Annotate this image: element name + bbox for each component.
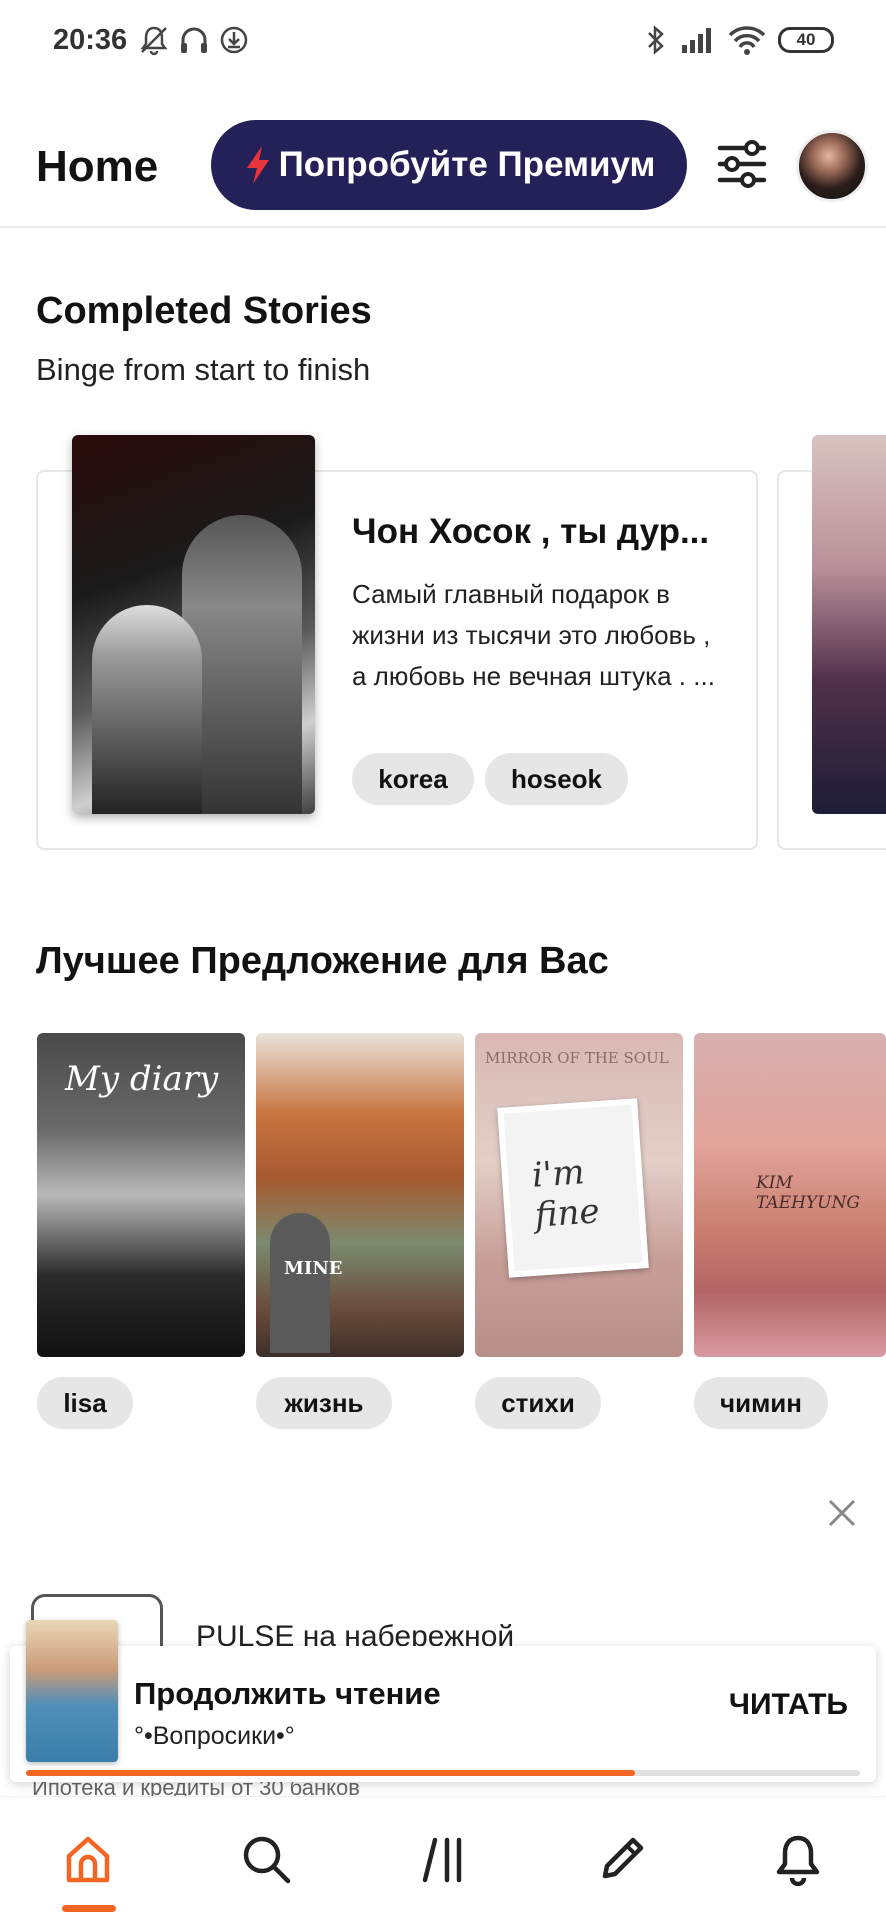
- avatar[interactable]: [796, 130, 868, 202]
- bottom-nav: [0, 1796, 886, 1920]
- continue-reading-bar[interactable]: Продолжить чтение °•Вопросики•° ЧИТАТЬ: [10, 1620, 876, 1782]
- continue-cover[interactable]: [26, 1620, 118, 1762]
- notifications-icon: [776, 1835, 820, 1886]
- cover-title: MINE: [284, 1258, 343, 1279]
- tag-chimin[interactable]: чимин: [694, 1377, 828, 1429]
- wifi-icon: [728, 26, 766, 55]
- offer-cover-2[interactable]: MINE: [256, 1033, 464, 1357]
- tag-zhizn[interactable]: жизнь: [256, 1377, 392, 1429]
- premium-label: Попробуйте Премиум: [278, 145, 656, 184]
- tag-korea[interactable]: korea: [352, 753, 474, 805]
- reading-progress: [26, 1770, 860, 1776]
- status-bar: 20:36 40: [0, 0, 886, 82]
- home-icon: [66, 1836, 110, 1883]
- search-icon: [243, 1836, 291, 1884]
- download-icon: [220, 26, 248, 54]
- battery-indicator: 40: [778, 27, 834, 53]
- offer-cover-4[interactable]: KIM TAEHYUNG: [694, 1033, 886, 1357]
- story-title[interactable]: Чон Хосок , ты дур...: [352, 512, 722, 552]
- offer-cover-1[interactable]: My diary: [37, 1033, 245, 1357]
- offer-cover-3[interactable]: MIRROR OF THE SOUL i'm fine: [475, 1033, 683, 1357]
- try-premium-button[interactable]: Попробуйте Премиум: [211, 120, 687, 210]
- tag-stikhi[interactable]: стихи: [475, 1377, 601, 1429]
- nav-library[interactable]: [412, 1827, 476, 1891]
- write-icon: [602, 1837, 644, 1879]
- bluetooth-icon: [648, 25, 664, 55]
- page-title: Home: [36, 142, 159, 191]
- story-cover[interactable]: [72, 435, 315, 814]
- nav-notifications[interactable]: [766, 1827, 830, 1891]
- mute-icon: [140, 26, 168, 56]
- story-description: Самый главный подарок в жизни из тысячи …: [352, 579, 715, 691]
- completed-stories-subtitle: Binge from start to finish: [36, 352, 371, 387]
- read-button[interactable]: ЧИТАТЬ: [729, 1688, 848, 1722]
- nav-search[interactable]: [234, 1827, 298, 1891]
- cover-title: MIRROR OF THE SOUL: [485, 1049, 669, 1067]
- signal-icon: [682, 28, 711, 53]
- tag-lisa[interactable]: lisa: [37, 1377, 133, 1429]
- cover-subtitle: i'm fine: [530, 1152, 601, 1236]
- nav-home[interactable]: [56, 1827, 120, 1891]
- completed-stories-title: Completed Stories: [36, 290, 372, 332]
- close-icon[interactable]: [822, 1493, 862, 1533]
- cover-title: My diary: [65, 1059, 219, 1099]
- next-story-cover[interactable]: [812, 435, 886, 814]
- tag-hoseok[interactable]: hoseok: [485, 753, 628, 805]
- continue-reading-label: Продолжить чтение: [134, 1676, 441, 1711]
- library-icon: [422, 1837, 462, 1883]
- cover-title: KIM TAEHYUNG: [756, 1173, 860, 1213]
- active-tab-indicator: [62, 1905, 116, 1912]
- status-time: 20:36: [53, 24, 128, 56]
- lightning-icon: [246, 146, 269, 184]
- headphones-icon: [181, 27, 207, 53]
- top-header: Home Попробуйте Премиум: [0, 108, 886, 228]
- filter-icon[interactable]: [714, 136, 770, 192]
- nav-write[interactable]: [590, 1827, 654, 1891]
- continue-story-title: °•Вопросики•°: [134, 1722, 295, 1750]
- reading-progress-fill: [26, 1770, 635, 1776]
- best-offer-title: Лучшее Предложение для Вас: [36, 940, 609, 982]
